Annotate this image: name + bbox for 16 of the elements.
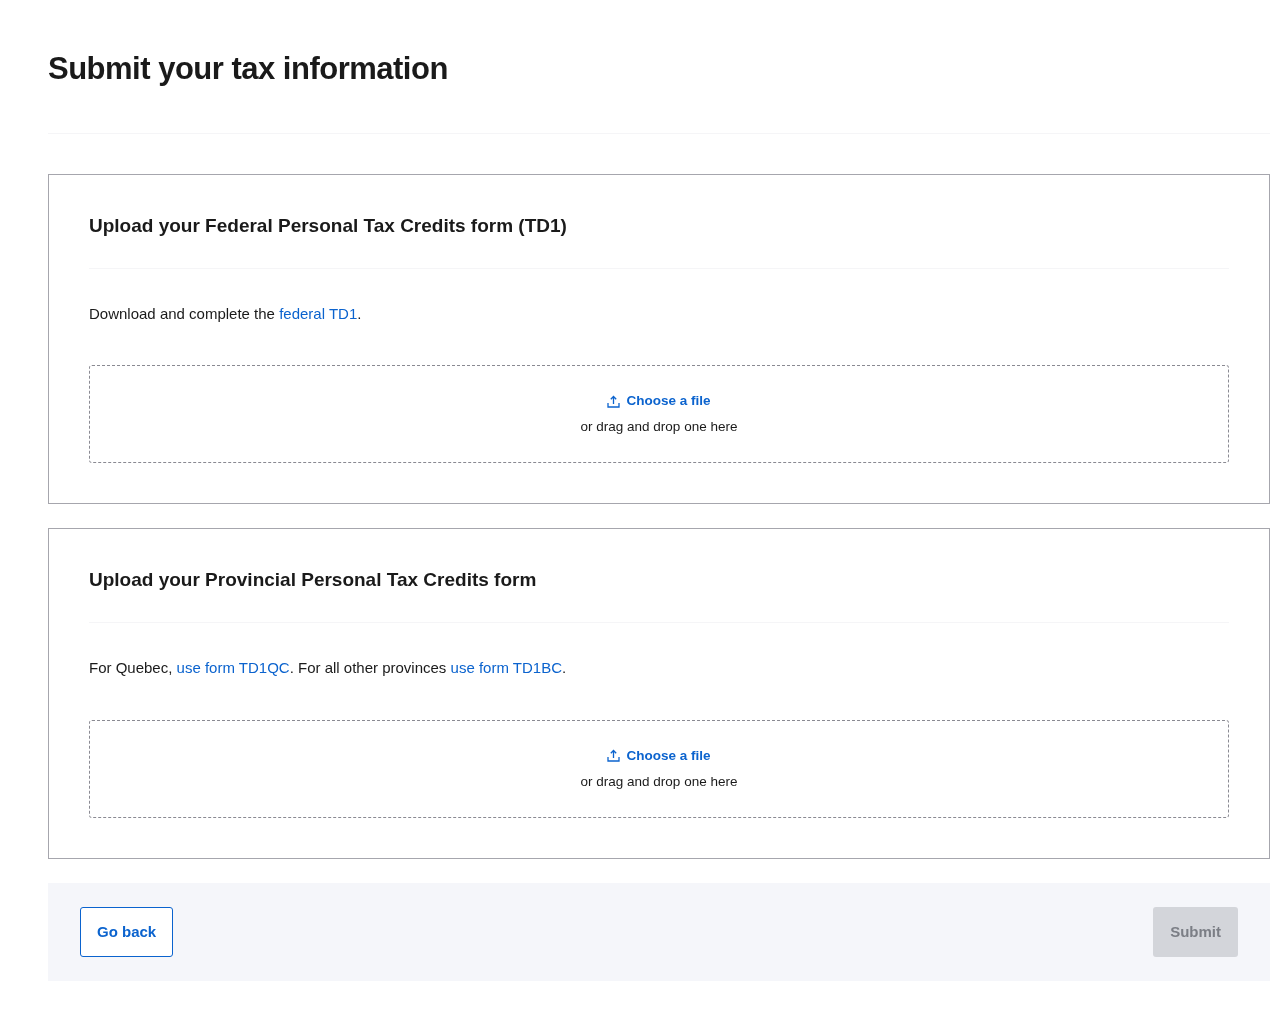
form-link[interactable]: use form TD1BC xyxy=(450,659,562,677)
drop-hint: or drag and drop one here xyxy=(580,772,738,791)
file-drop-zone[interactable]: Choose a file or drag and drop one here xyxy=(89,365,1229,464)
instructions-text: For Quebec, use form TD1QC. For all other provinces use form TD1BC. xyxy=(89,658,568,679)
choose-file-button[interactable]: Choose a file xyxy=(607,745,711,766)
section-heading: Upload your Federal Personal Tax Credits form (TD1) xyxy=(89,215,568,238)
drop-hint: or drag and drop one here xyxy=(580,418,738,437)
upload-icon xyxy=(607,749,621,763)
instructions-text: Download and complete the federal TD1. xyxy=(89,304,363,324)
go-back-button[interactable]: Go back xyxy=(80,906,174,958)
choose-file-button[interactable]: Choose a file xyxy=(607,391,711,412)
file-drop-zone[interactable]: Choose a file or drag and drop one here xyxy=(89,719,1229,818)
section-heading: Upload your Provincial Personal Tax Credits form xyxy=(89,569,538,593)
form-link[interactable]: use form TD1QC xyxy=(176,659,290,677)
upload-icon xyxy=(607,394,621,408)
page-title: Submit your tax information xyxy=(48,50,449,88)
